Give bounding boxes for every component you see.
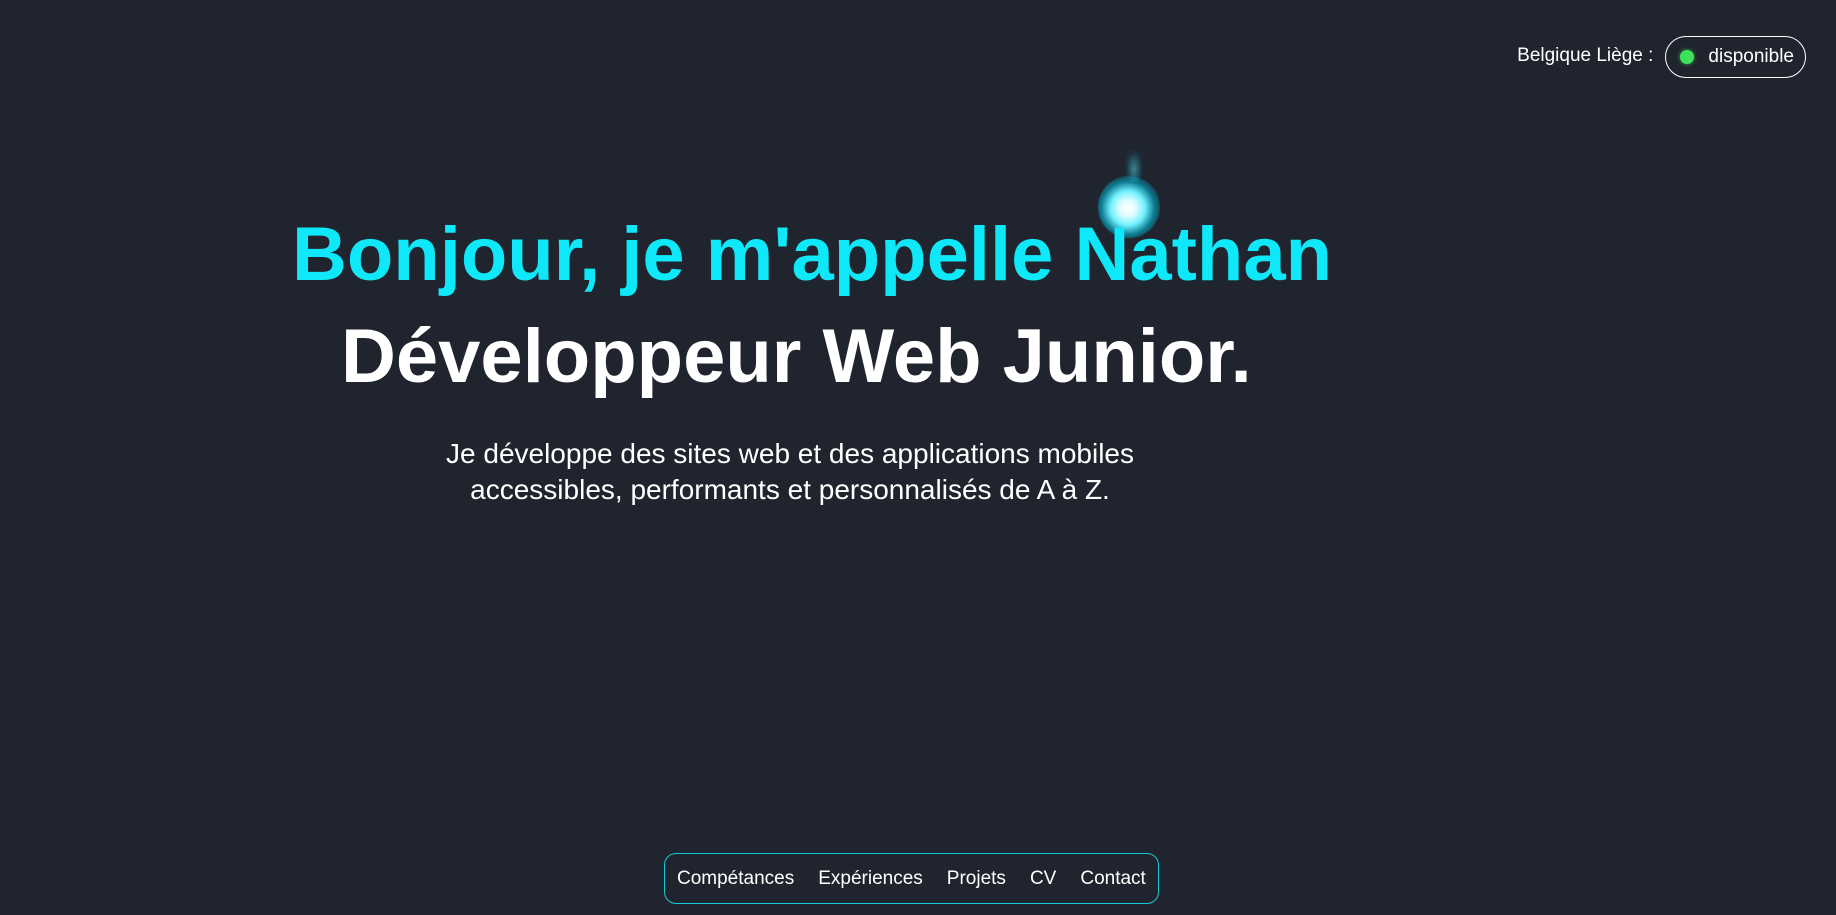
location-status: Belgique Liège : disponible bbox=[1517, 36, 1806, 78]
location-label: Belgique Liège : bbox=[1517, 45, 1654, 66]
bottom-navigation: Compétances Expériences Projets CV Conta… bbox=[664, 853, 1159, 904]
nav-link-competances[interactable]: Compétances bbox=[677, 868, 794, 890]
nav-link-contact[interactable]: Contact bbox=[1080, 868, 1145, 890]
availability-badge: disponible bbox=[1665, 36, 1806, 78]
hero-tagline: Je développe des sites web et des applic… bbox=[446, 438, 1134, 505]
hero-greeting: Bonjour, je m'appelle Nathan bbox=[292, 212, 1333, 297]
page: Belgique Liège : disponible Bonjour, je … bbox=[0, 0, 1836, 915]
nav-link-projets[interactable]: Projets bbox=[947, 868, 1006, 890]
availability-text: disponible bbox=[1708, 46, 1794, 67]
hero-role-title: Développeur Web Junior. bbox=[341, 314, 1252, 399]
nav-link-experiences[interactable]: Expériences bbox=[818, 868, 923, 890]
status-dot-icon bbox=[1680, 50, 1695, 64]
nav-link-cv[interactable]: CV bbox=[1030, 868, 1056, 890]
